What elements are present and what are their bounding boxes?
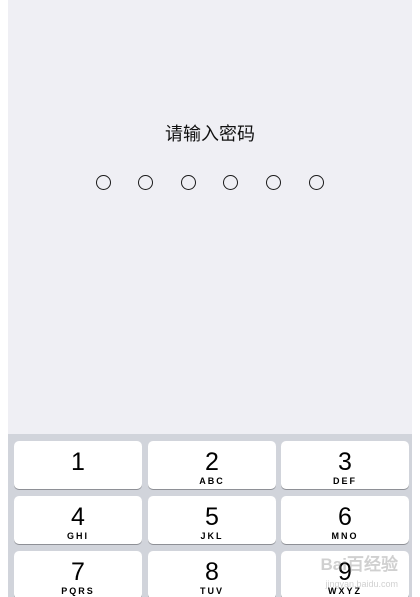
key-8[interactable]: 8 TUV	[148, 551, 276, 597]
key-digit: 8	[205, 558, 219, 586]
passcode-prompt: 请输入密码	[165, 124, 255, 145]
key-4[interactable]: 4 GHI	[14, 496, 142, 544]
passcode-dot-3	[181, 175, 196, 190]
passcode-dot-5	[266, 175, 281, 190]
key-7[interactable]: 7 PQRS	[14, 551, 142, 597]
key-digit: 2	[205, 448, 219, 476]
key-letters: ABC	[199, 476, 225, 486]
passcode-dot-4	[223, 175, 238, 190]
key-digit: 4	[71, 503, 85, 531]
key-digit: 6	[338, 503, 352, 531]
passcode-dot-1	[96, 175, 111, 190]
key-letters: DEF	[333, 476, 357, 486]
key-letters: JKL	[200, 531, 224, 541]
key-letters: MNO	[331, 531, 359, 541]
key-2[interactable]: 2 ABC	[148, 441, 276, 489]
passcode-dots	[8, 175, 412, 195]
key-digit: 5	[205, 503, 219, 531]
key-digit: 1	[71, 448, 85, 476]
watermark-url: jingyan.baidu.com	[325, 579, 398, 589]
key-letters: PQRS	[61, 586, 95, 596]
key-1[interactable]: 1	[14, 441, 142, 489]
key-3[interactable]: 3 DEF	[281, 441, 409, 489]
passcode-screen: 请输入密码 1 2 ABC 3 DEF 4 GHI 5 JKL 6 MNO 7 …	[8, 0, 412, 597]
passcode-dot-6	[309, 175, 324, 190]
watermark-logo: Bai百经验	[320, 555, 398, 574]
key-digit: 7	[71, 558, 85, 586]
numeric-keypad: 1 2 ABC 3 DEF 4 GHI 5 JKL 6 MNO 7 PQRS 8	[8, 434, 412, 597]
passcode-dot-2	[138, 175, 153, 190]
key-letters: GHI	[66, 531, 89, 541]
key-letters: TUV	[200, 586, 224, 596]
key-6[interactable]: 6 MNO	[281, 496, 409, 544]
key-digit: 3	[338, 448, 352, 476]
key-5[interactable]: 5 JKL	[148, 496, 276, 544]
